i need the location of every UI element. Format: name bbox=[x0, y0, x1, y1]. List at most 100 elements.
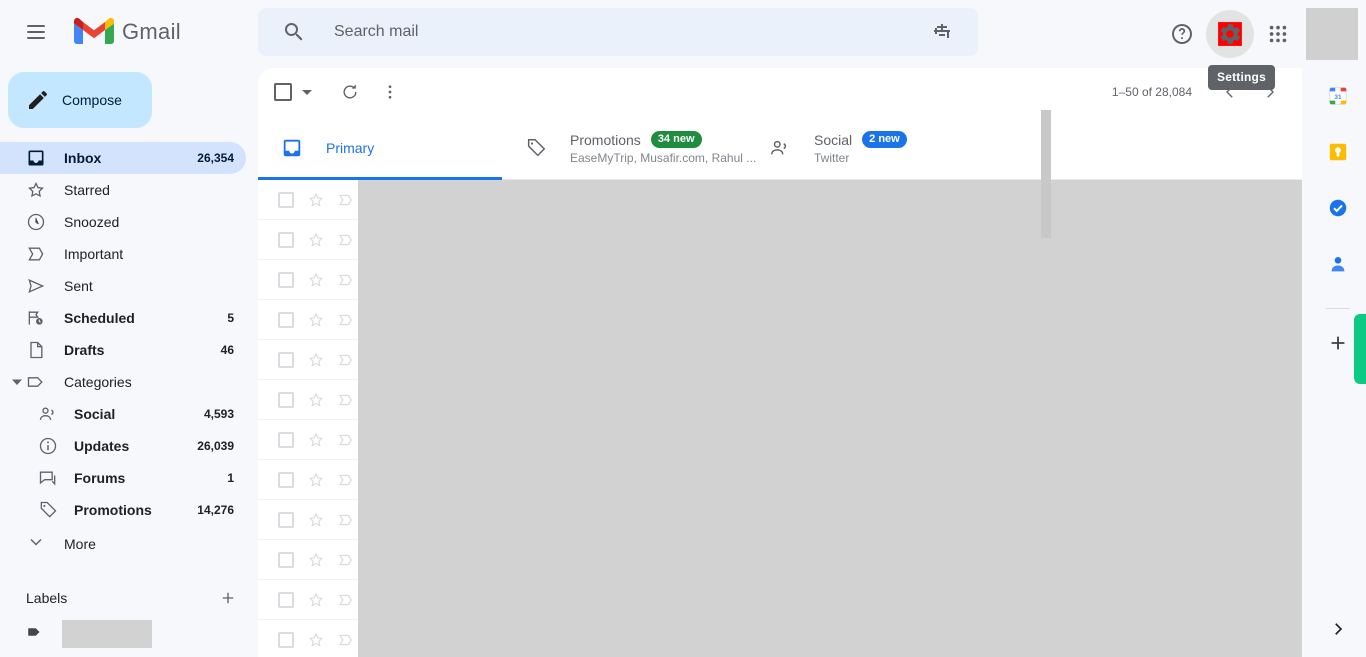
star-outline-icon[interactable] bbox=[306, 230, 326, 250]
sidebar-item-forums[interactable]: Forums 1 bbox=[0, 462, 246, 494]
settings-button[interactable] bbox=[1206, 10, 1254, 58]
add-label-button[interactable] bbox=[218, 588, 238, 608]
checkbox-icon[interactable] bbox=[274, 83, 292, 101]
checkbox-icon[interactable] bbox=[276, 310, 296, 330]
more-options-button[interactable] bbox=[370, 72, 410, 112]
search-box[interactable] bbox=[258, 8, 978, 56]
google-keep-button[interactable] bbox=[1318, 132, 1358, 172]
sidebar-categories-toggle[interactable]: Categories bbox=[0, 366, 246, 398]
sidebar-item-label: Starred bbox=[64, 182, 110, 198]
select-all-control[interactable] bbox=[274, 83, 312, 101]
plus-add-apps-icon bbox=[1331, 336, 1345, 350]
important-marker-icon[interactable] bbox=[336, 190, 356, 210]
expand-side-panel-button[interactable] bbox=[1318, 609, 1358, 649]
sidebar-item-promotions[interactable]: Promotions 14,276 bbox=[0, 494, 246, 526]
search-input[interactable] bbox=[334, 23, 930, 41]
google-keep-icon bbox=[1329, 143, 1347, 161]
star-outline-icon[interactable] bbox=[306, 430, 326, 450]
checkbox-icon[interactable] bbox=[276, 510, 296, 530]
google-tasks-button[interactable] bbox=[1318, 188, 1358, 228]
sidebar-more-label: More bbox=[64, 536, 96, 552]
important-marker-icon[interactable] bbox=[336, 630, 356, 650]
sidebar-item-count: 26,354 bbox=[197, 151, 234, 165]
important-marker-icon[interactable] bbox=[336, 270, 356, 290]
checkbox-icon[interactable] bbox=[276, 550, 296, 570]
checkbox-icon[interactable] bbox=[276, 230, 296, 250]
sidebar-item-label: Scheduled bbox=[64, 310, 135, 326]
important-marker-icon[interactable] bbox=[336, 390, 356, 410]
important-marker-icon[interactable] bbox=[336, 510, 356, 530]
mail-list-scrollbar[interactable] bbox=[1041, 110, 1051, 238]
star-outline-icon[interactable] bbox=[306, 310, 326, 330]
refresh-button[interactable] bbox=[330, 72, 370, 112]
help-button[interactable] bbox=[1158, 10, 1206, 58]
sidebar-item-label: Social bbox=[74, 406, 116, 422]
sidebar-item-more[interactable]: More bbox=[0, 526, 258, 562]
important-marker-icon[interactable] bbox=[336, 550, 356, 570]
star-outline-icon[interactable] bbox=[306, 270, 326, 290]
star-outline-icon[interactable] bbox=[306, 510, 326, 530]
checkbox-icon[interactable] bbox=[276, 190, 296, 210]
avatar[interactable] bbox=[1306, 8, 1358, 60]
google-contacts-button[interactable] bbox=[1318, 244, 1358, 284]
important-marker-icon[interactable] bbox=[336, 310, 356, 330]
sidebar-item-starred[interactable]: Starred bbox=[0, 174, 246, 206]
chevron-down-icon bbox=[26, 532, 46, 557]
star-outline-icon[interactable] bbox=[306, 350, 326, 370]
compose-button[interactable]: Compose bbox=[8, 72, 152, 128]
gmail-brand[interactable]: Gmail bbox=[74, 17, 181, 47]
search-icon[interactable] bbox=[282, 20, 306, 44]
star-outline-icon[interactable] bbox=[306, 390, 326, 410]
sidebar-item-inbox[interactable]: Inbox 26,354 bbox=[0, 142, 246, 174]
chevron-down-icon bbox=[8, 373, 26, 391]
sidebar-item-snoozed[interactable]: Snoozed bbox=[0, 206, 246, 238]
star-outline-icon[interactable] bbox=[306, 550, 326, 570]
settings-tooltip: Settings bbox=[1208, 65, 1275, 90]
hamburger-menu-icon[interactable] bbox=[12, 8, 60, 56]
pencil-compose-icon bbox=[29, 90, 48, 109]
google-calendar-button[interactable]: 31 bbox=[1318, 76, 1358, 116]
sidebar-item-drafts[interactable]: Drafts 46 bbox=[0, 334, 246, 366]
search-options-icon[interactable] bbox=[930, 20, 954, 44]
label-list-item[interactable] bbox=[0, 618, 258, 650]
sidebar-item-social[interactable]: Social 4,593 bbox=[0, 398, 246, 430]
add-apps-button[interactable] bbox=[1318, 323, 1358, 363]
tab-promotions[interactable]: Promotions 34 new EaseMyTrip, Musafir.co… bbox=[502, 116, 756, 180]
sidebar: Compose Inbox 26,354 Starred Snoozed Imp… bbox=[0, 64, 258, 657]
tab-social[interactable]: Social 2 new Twitter bbox=[746, 116, 990, 180]
sidebar-item-updates[interactable]: Updates 26,039 bbox=[0, 430, 246, 462]
category-tabs: Primary Promotions 34 new EaseMyTrip, Mu… bbox=[258, 116, 1302, 180]
sidebar-item-label: Snoozed bbox=[64, 214, 120, 230]
gmail-app: Gmail Search mail Settings Compose Inbox… bbox=[0, 0, 1366, 657]
checkbox-icon[interactable] bbox=[276, 630, 296, 650]
important-marker-icon[interactable] bbox=[336, 590, 356, 610]
checkbox-icon[interactable] bbox=[276, 350, 296, 370]
tab-badge: 2 new bbox=[862, 131, 907, 148]
sidebar-item-sent[interactable]: Sent bbox=[0, 270, 246, 302]
checkbox-icon[interactable] bbox=[276, 470, 296, 490]
important-marker-icon[interactable] bbox=[336, 470, 356, 490]
side-panel-accent-bar[interactable] bbox=[1354, 314, 1366, 384]
sidebar-item-count: 26,039 bbox=[197, 439, 234, 453]
checkbox-icon[interactable] bbox=[276, 590, 296, 610]
checkbox-icon[interactable] bbox=[276, 270, 296, 290]
chevron-down-icon[interactable] bbox=[302, 89, 312, 95]
sidebar-item-count: 46 bbox=[220, 343, 234, 357]
star-outline-icon[interactable] bbox=[306, 590, 326, 610]
important-marker-icon[interactable] bbox=[336, 430, 356, 450]
tab-primary[interactable]: Primary bbox=[258, 116, 502, 180]
star-outline-icon[interactable] bbox=[306, 190, 326, 210]
sidebar-item-scheduled[interactable]: Scheduled 5 bbox=[0, 302, 246, 334]
help-icon bbox=[1172, 24, 1192, 44]
star-outline-icon[interactable] bbox=[306, 470, 326, 490]
gmail-logo-icon bbox=[74, 17, 114, 44]
google-apps-button[interactable] bbox=[1254, 10, 1302, 58]
important-marker-icon[interactable] bbox=[336, 230, 356, 250]
sidebar-item-important[interactable]: Important bbox=[0, 238, 246, 270]
important-marker-icon[interactable] bbox=[336, 350, 356, 370]
star-outline-icon[interactable] bbox=[306, 630, 326, 650]
google-tasks-icon bbox=[1329, 199, 1347, 217]
side-panel-rail: 31 bbox=[1310, 64, 1366, 657]
checkbox-icon[interactable] bbox=[276, 390, 296, 410]
checkbox-icon[interactable] bbox=[276, 430, 296, 450]
